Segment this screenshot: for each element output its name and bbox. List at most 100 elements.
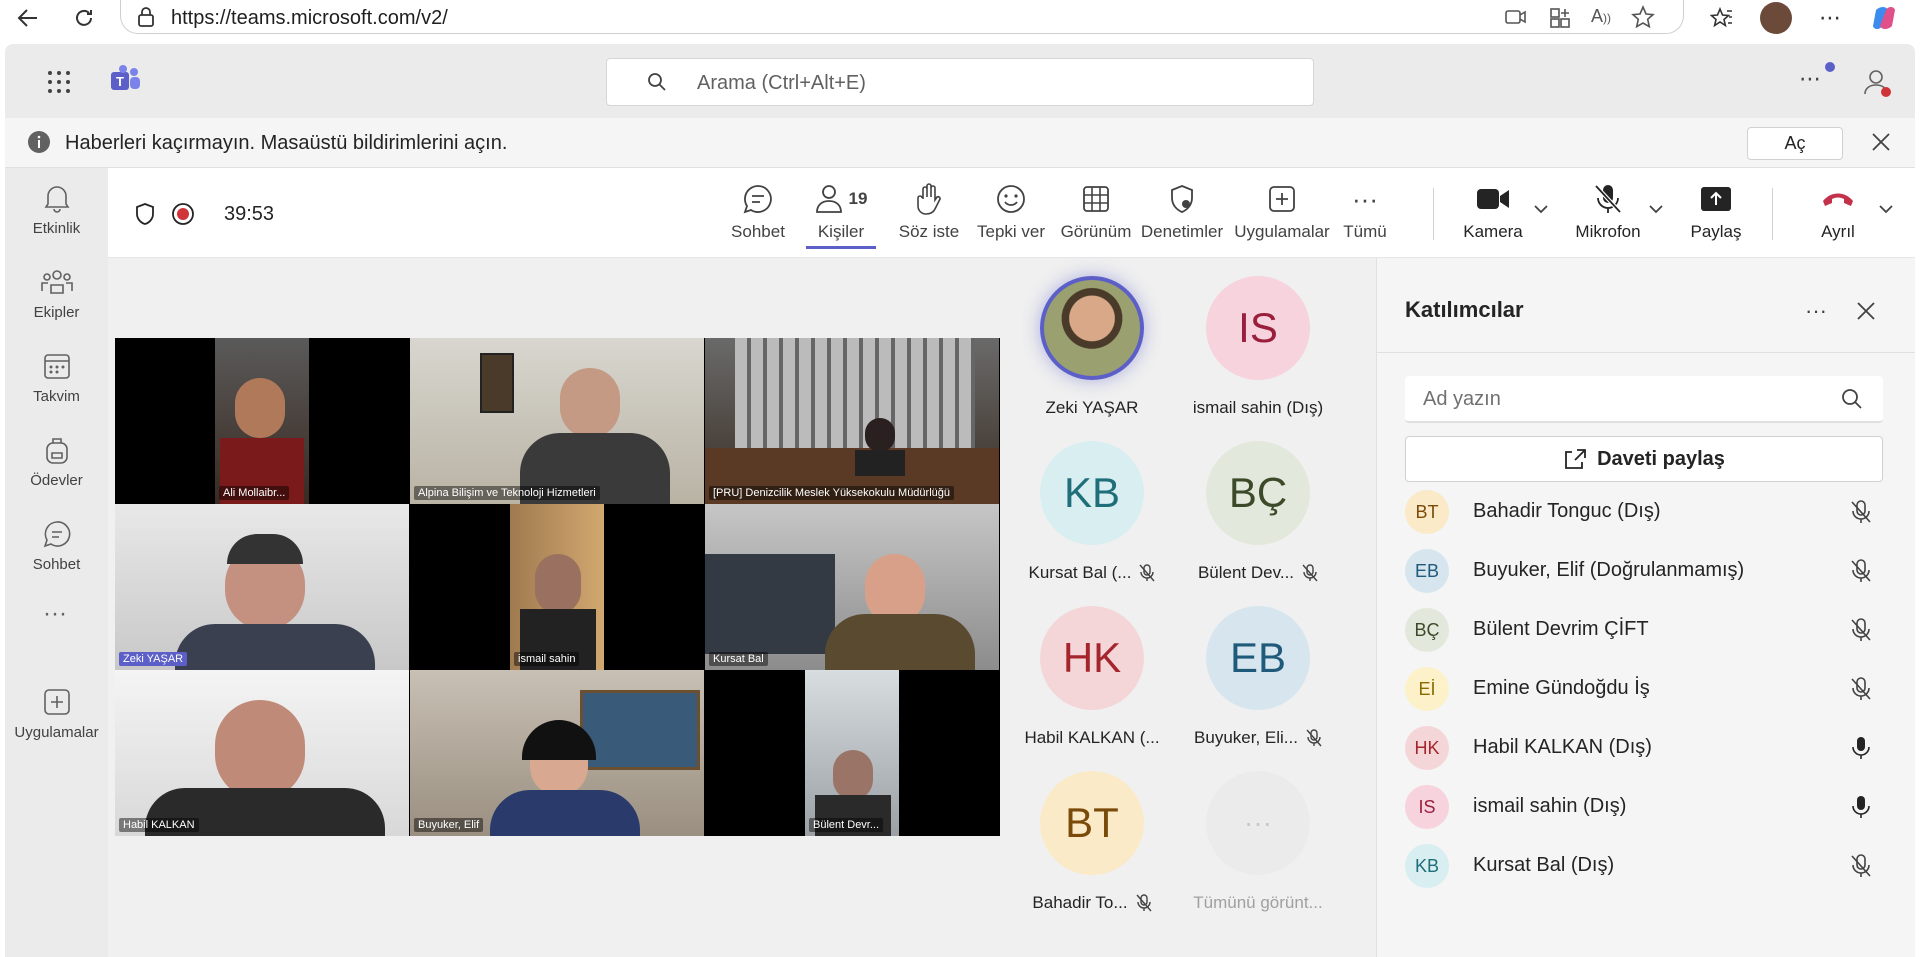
address-url[interactable]: https://teams.microsoft.com/v2/ <box>171 7 448 30</box>
share-invite-label: Daveti paylaş <box>1597 447 1725 470</box>
close-panel-icon[interactable] <box>1857 302 1875 320</box>
rail-item-teams[interactable]: Ekipler <box>5 258 108 342</box>
participant-name: Buyuker, Elif (Doğrulanmamış) <box>1473 559 1745 581</box>
meeting-toolbar: 39:53 Sohbet 19 Kişiler Söz iste Tepki v… <box>108 168 1915 258</box>
toolbar-view-button[interactable]: Görünüm <box>1059 180 1133 250</box>
participant-search-input[interactable]: Ad yazın <box>1405 376 1883 423</box>
participant-row[interactable]: Eİ Emine Gündoğdu İş <box>1405 659 1883 719</box>
avatar-tile[interactable]: BT Bahadir To... <box>1008 753 1176 913</box>
mic-on-icon <box>1847 793 1875 821</box>
video-tile[interactable]: Habil KALKAN <box>115 670 409 836</box>
toolbar-leave-button[interactable]: Ayrıl <box>1808 180 1868 250</box>
video-tile[interactable]: [PRU] Denizcilik Meslek Yüksekokulu Müdü… <box>705 338 999 504</box>
rail-label: Ekipler <box>33 304 80 321</box>
browser-menu-icon[interactable]: ⋯ <box>1816 4 1844 32</box>
toolbar-raise-hand-button[interactable]: Söz iste <box>894 180 964 250</box>
more-apps-icon[interactable]: ··· <box>43 600 67 628</box>
panel-more-icon[interactable]: ··· <box>1805 298 1827 324</box>
participant-row[interactable]: IS ismail sahin (Dış) <box>1405 777 1883 837</box>
camera-options-chevron-down-icon[interactable] <box>1533 204 1549 214</box>
close-icon[interactable] <box>1871 132 1891 152</box>
tile-name-label: Alpina Bilişim ve Teknoloji Hizmetleri <box>414 486 600 500</box>
camera-permission-icon[interactable] <box>1505 7 1527 27</box>
toolbar-react-button[interactable]: Tepki ver <box>976 180 1046 250</box>
share-icon <box>1563 448 1587 470</box>
avatar-name: Habil KALKAN (... <box>1024 728 1160 747</box>
video-tile[interactable]: Bülent Devr... <box>705 670 999 836</box>
tile-name-label: Zeki YAŞAR <box>119 652 188 666</box>
avatar-tile[interactable]: Zeki YAŞAR <box>1008 258 1176 418</box>
participant-row[interactable]: HK Habil KALKAN (Dış) <box>1405 718 1883 778</box>
chat-icon <box>39 516 75 552</box>
tile-name-label: Kursat Bal <box>709 652 768 666</box>
rail-item-calendar[interactable]: Takvim <box>5 342 108 426</box>
participant-row[interactable]: BT Bahadir Tonguc (Dış) <box>1405 482 1883 542</box>
toolbar-share-button[interactable]: Paylaş <box>1686 180 1746 250</box>
video-tile[interactable]: Kursat Bal <box>705 504 999 670</box>
toolbar-controls-button[interactable]: Denetimler <box>1141 180 1223 250</box>
copilot-icon[interactable] <box>1870 4 1898 32</box>
avatar: KB <box>1405 844 1449 888</box>
toolbar-more-button[interactable]: ··· Tümü <box>1340 180 1390 250</box>
avatar-tile[interactable]: EB Buyuker, Eli... <box>1174 588 1342 748</box>
toolbar-people-button[interactable]: 19 Kişiler <box>806 180 876 250</box>
rail-item-assignments[interactable]: Ödevler <box>5 426 108 510</box>
toolbar-camera-button[interactable]: Kamera <box>1458 180 1528 250</box>
video-tile[interactable]: Zeki YAŞAR <box>115 504 409 670</box>
chat-icon <box>743 180 773 218</box>
avatar-tile[interactable]: IS ismail sahin (Dış) <box>1174 258 1342 418</box>
rail-item-apps[interactable]: Uygulamalar <box>5 678 108 762</box>
rail-item-activity[interactable]: Etkinlik <box>5 174 108 258</box>
avatar: Eİ <box>1405 667 1449 711</box>
mic-on-icon <box>1847 734 1875 762</box>
mic-options-chevron-down-icon[interactable] <box>1648 204 1664 214</box>
participant-row[interactable]: KB Kursat Bal (Dış) <box>1405 836 1883 896</box>
rail-item-chat[interactable]: Sohbet <box>5 510 108 594</box>
participant-row[interactable]: BÇ Bülent Devrim ÇİFT <box>1405 600 1883 660</box>
app-available-icon[interactable] <box>1549 7 1571 29</box>
lock-icon[interactable] <box>137 7 155 27</box>
shield-icon[interactable] <box>134 202 156 226</box>
leave-options-chevron-down-icon[interactable] <box>1878 204 1894 214</box>
participant-name: Kursat Bal (Dış) <box>1473 854 1615 876</box>
avatar-name: ismail sahin (Dış) <box>1192 398 1324 417</box>
toolbar-chat-button[interactable]: Sohbet <box>728 180 788 250</box>
share-invite-button[interactable]: Daveti paylaş <box>1405 436 1883 482</box>
favorites-icon[interactable] <box>1708 4 1736 32</box>
notification-banner: Haberleri kaçırmayın. Masaüstü bildiriml… <box>5 118 1915 168</box>
back-icon[interactable] <box>14 4 42 32</box>
video-tile[interactable]: Ali Mollaibr... <box>115 338 409 504</box>
account-icon[interactable] <box>1863 68 1891 98</box>
video-tile[interactable]: Alpina Bilişim ve Teknoloji Hizmetleri <box>410 338 704 504</box>
calendar-icon <box>39 348 75 384</box>
avatar: KB <box>1040 441 1144 545</box>
avatar-name-row: Kursat Bal (... <box>1029 563 1156 583</box>
hangup-icon <box>1821 180 1855 218</box>
avatar-tile[interactable]: BÇ Bülent Dev... <box>1174 423 1342 583</box>
svg-text:T: T <box>116 74 124 89</box>
settings-more-icon[interactable]: ⋯ <box>1799 66 1821 92</box>
enable-notifications-button[interactable]: Aç <box>1747 127 1843 160</box>
view-all-tile[interactable]: ··· Tümünü görünt... <box>1174 753 1342 913</box>
address-bar[interactable]: https://teams.microsoft.com/v2/ A)) <box>120 0 1684 34</box>
video-tile[interactable]: ismail sahin <box>410 504 704 670</box>
teams-icon <box>39 264 75 300</box>
mic-off-icon <box>1136 894 1152 912</box>
avatar: HK <box>1405 726 1449 770</box>
profile-avatar[interactable] <box>1760 2 1792 34</box>
search-input[interactable]: Arama (Ctrl+Alt+E) <box>606 58 1314 106</box>
refresh-icon[interactable] <box>70 4 98 32</box>
video-tile[interactable]: Buyuker, Elif <box>410 670 704 836</box>
mic-off-icon <box>1139 564 1156 582</box>
toolbar-apps-button[interactable]: Uygulamalar <box>1234 180 1330 250</box>
toolbar-mic-button[interactable]: Mikrofon <box>1568 180 1648 250</box>
avatar-tile[interactable]: KB Kursat Bal (... <box>1008 423 1176 583</box>
favorite-star-icon[interactable] <box>1631 5 1655 29</box>
mic-off-icon <box>1847 557 1875 585</box>
app-launcher-icon[interactable] <box>47 70 71 94</box>
participant-row[interactable]: EB Buyuker, Elif (Doğrulanmamış) <box>1405 541 1883 601</box>
toolbar-label: Görünüm <box>1060 222 1132 241</box>
active-tab-indicator <box>806 246 876 249</box>
avatar-tile[interactable]: HK Habil KALKAN (... <box>1008 588 1176 748</box>
read-aloud-icon[interactable]: A)) <box>1591 6 1611 27</box>
